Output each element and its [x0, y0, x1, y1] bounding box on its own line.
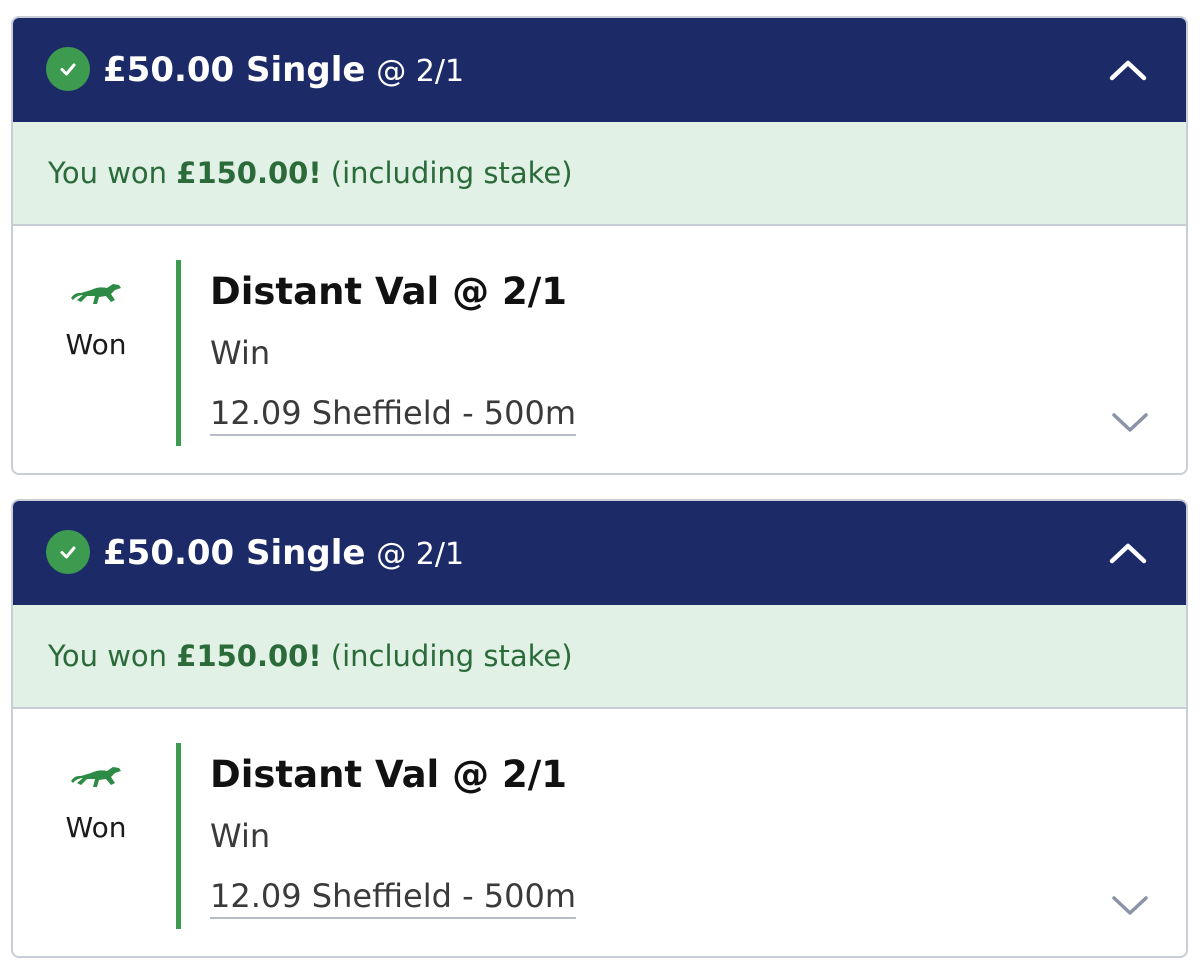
bet-title: £50.00 Single @ 2/1 [103, 531, 464, 577]
status-won: Won [65, 811, 127, 844]
selection-status: Won [51, 278, 141, 361]
chevron-down-icon[interactable] [1108, 889, 1152, 921]
win-suffix: (including stake) [330, 156, 573, 190]
result-divider [176, 743, 181, 929]
win-banner: You won £150.00! (including stake) [13, 605, 1186, 709]
check-circle-icon [46, 530, 90, 574]
event-link[interactable]: 12.09 Sheffield - 500m [210, 877, 577, 919]
check-circle-icon [46, 47, 90, 91]
bet-header[interactable]: £50.00 Single @ 2/1 [13, 18, 1186, 122]
greyhound-icon [71, 284, 121, 304]
win-message: You won £150.00! (including stake) [48, 637, 573, 675]
chevron-down-icon[interactable] [1108, 406, 1152, 438]
win-message: You won £150.00! (including stake) [48, 154, 573, 192]
odds-label: @ 2/1 [376, 537, 465, 572]
win-amount: £150.00! [176, 639, 322, 673]
win-suffix: (including stake) [330, 639, 573, 673]
chevron-up-icon[interactable] [1106, 533, 1150, 573]
stake-label: £50.00 Single [103, 533, 366, 573]
win-prefix: You won [48, 639, 168, 673]
selection-row: Won Distant Val @ 2/1 Win 12.09 Sheffiel… [13, 226, 1186, 473]
bet-header[interactable]: £50.00 Single @ 2/1 [13, 501, 1186, 605]
win-amount: £150.00! [176, 156, 322, 190]
selection-market: Win [210, 334, 271, 372]
result-divider [176, 260, 181, 446]
odds-label: @ 2/1 [376, 54, 465, 89]
selection-status: Won [51, 761, 141, 844]
bet-title: £50.00 Single @ 2/1 [103, 48, 464, 94]
selection-row: Won Distant Val @ 2/1 Win 12.09 Sheffiel… [13, 709, 1186, 956]
chevron-up-icon[interactable] [1106, 50, 1150, 90]
greyhound-icon [71, 767, 121, 787]
stake-label: £50.00 Single [103, 50, 366, 90]
bet-card: £50.00 Single @ 2/1 You won £150.00! (in… [11, 499, 1188, 958]
selection-market: Win [210, 817, 271, 855]
event-link[interactable]: 12.09 Sheffield - 500m [210, 394, 577, 436]
status-won: Won [65, 328, 127, 361]
selection-name: Distant Val @ 2/1 [210, 270, 568, 313]
win-prefix: You won [48, 156, 168, 190]
bet-card: £50.00 Single @ 2/1 You won £150.00! (in… [11, 16, 1188, 475]
selection-name: Distant Val @ 2/1 [210, 753, 568, 796]
win-banner: You won £150.00! (including stake) [13, 122, 1186, 226]
